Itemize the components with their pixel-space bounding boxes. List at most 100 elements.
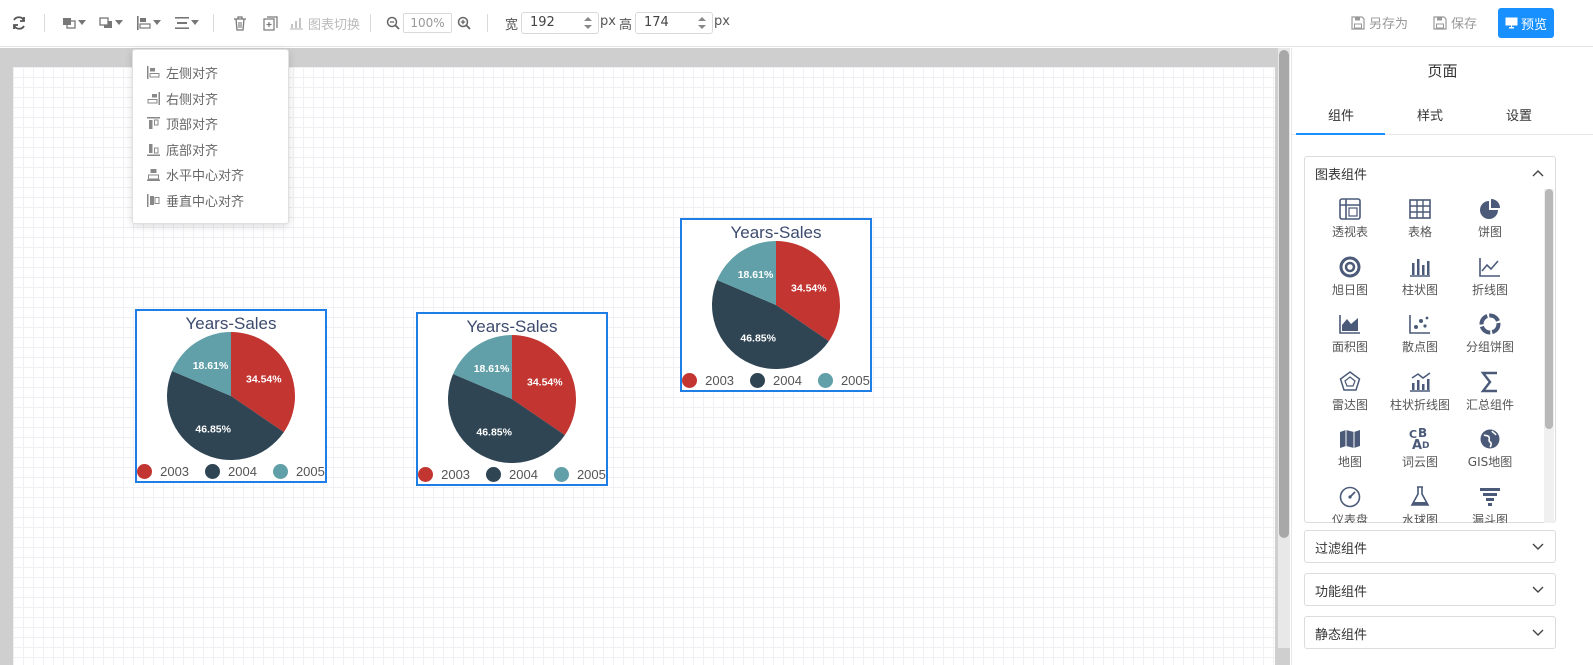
height-input[interactable]: 174 [635, 12, 713, 34]
component-grouped-pie[interactable]: 分组饼图 [1455, 312, 1525, 362]
sunburst-icon [1339, 256, 1361, 277]
section-header[interactable]: 图表组件 [1305, 157, 1555, 189]
legend-marker [817, 373, 833, 388]
caret-down-icon [191, 20, 199, 25]
component-pivot-table[interactable]: 透视表 [1315, 197, 1385, 247]
pie-chart-widget[interactable]: Years-Sales 34.54% 46.85% 18.61% 2003 2004 2… [135, 309, 327, 483]
scatter-chart-icon [1409, 315, 1430, 334]
preview-button[interactable]: 预览 [1498, 8, 1554, 38]
legend-item-2004[interactable]: 2004 [750, 373, 802, 388]
save-button[interactable]: 保存 [1433, 13, 1477, 32]
chart-switch-icon [290, 17, 303, 30]
tab-settings[interactable]: 设置 [1506, 105, 1532, 124]
component-bar-chart[interactable]: 柱状图 [1385, 255, 1455, 305]
legend-marker [137, 464, 153, 479]
tab-style[interactable]: 样式 [1417, 105, 1443, 124]
height-unit: px [714, 14, 730, 29]
menu-item-align-bottom[interactable]: 底部对齐 [133, 137, 288, 163]
legend-item-2003[interactable]: 2003 [682, 373, 734, 388]
menu-item-align-top[interactable]: 顶部对齐 [133, 111, 288, 137]
pie-chart-widget[interactable]: Years-Sales 34.54% 46.85% 18.61% 2003 2004 2… [680, 218, 872, 392]
menu-item-align-left[interactable]: 左侧对齐 [133, 60, 288, 86]
bar-line-chart-icon [1410, 371, 1431, 392]
zoom-out-button[interactable] [386, 12, 400, 34]
canvas-scrollbar[interactable] [1278, 48, 1290, 648]
component-liquid-fill[interactable]: 水球图 [1385, 485, 1455, 523]
distribute-dropdown[interactable] [174, 12, 199, 34]
word-cloud-icon: C BA D [1409, 427, 1429, 451]
save-as-button[interactable]: 另存为 [1351, 13, 1408, 32]
pie-data-label: 34.54% [791, 283, 827, 295]
component-funnel[interactable]: 漏斗图 [1455, 485, 1525, 523]
component-map[interactable]: 地图 [1315, 427, 1385, 477]
legend-label: 2004 [773, 373, 802, 388]
pie-data-label: 18.61% [474, 363, 510, 375]
menu-item-align-h-center[interactable]: 水平中心对齐 [133, 162, 288, 188]
scrollbar-thumb[interactable] [1545, 189, 1553, 429]
section-header[interactable]: 静态组件 [1305, 617, 1555, 649]
monitor-icon [1505, 17, 1518, 29]
legend-item-2004[interactable]: 2004 [205, 464, 257, 479]
menu-item-align-right[interactable]: 右侧对齐 [133, 86, 288, 112]
component-gauge[interactable]: 仪表盘 [1315, 485, 1385, 523]
component-label: 表格 [1407, 225, 1432, 239]
trash-icon [234, 15, 246, 31]
pie-chart: 34.54% 46.85% 18.61% [712, 241, 840, 369]
scrollbar-thumb[interactable] [1279, 50, 1289, 538]
chart-switch-button[interactable]: 图表切换 [289, 12, 360, 34]
component-area-chart[interactable]: 面积图 [1315, 312, 1385, 362]
align-dropdown[interactable] [136, 12, 161, 34]
section-header[interactable]: 功能组件 [1305, 574, 1555, 606]
component-pie-chart[interactable]: 饼图 [1455, 197, 1525, 247]
component-label: 面积图 [1331, 340, 1368, 354]
component-radar-chart[interactable]: 雷达图 [1315, 370, 1385, 420]
component-label: 汇总组件 [1465, 397, 1514, 412]
stepper-icon[interactable] [584, 16, 592, 30]
component-word-cloud[interactable]: C B A D 词云图 [1385, 427, 1455, 477]
legend-item-2003[interactable]: 2003 [418, 467, 470, 482]
pie-chart: 34.54% 46.85% 18.61% [167, 332, 295, 460]
section-header[interactable]: 过滤组件 [1305, 531, 1555, 563]
line-chart-icon [1479, 257, 1500, 277]
component-label: 分组饼图 [1465, 340, 1514, 354]
zoom-level-input[interactable]: 100% [403, 13, 452, 33]
refresh-button[interactable] [11, 12, 27, 34]
pie-chart-widget[interactable]: Years-Sales 34.54% 46.85% 18.61% 2003 2004 2… [416, 312, 608, 486]
width-unit: px [600, 14, 616, 29]
component-table[interactable]: 表格 [1385, 197, 1455, 247]
legend-item-2003[interactable]: 2003 [137, 464, 189, 479]
bring-forward-icon [63, 18, 76, 29]
tab-components[interactable]: 组件 [1328, 105, 1354, 124]
component-sunburst[interactable]: 旭日图 [1315, 255, 1385, 305]
layer-up-dropdown[interactable] [61, 12, 86, 34]
chart-legend: 2003 2004 2005 [682, 373, 870, 388]
legend-label: 2003 [705, 373, 735, 388]
menu-item-align-v-center[interactable]: 垂直中心对齐 [133, 188, 288, 214]
pie-data-label: 46.85% [476, 427, 512, 439]
delete-button[interactable] [233, 12, 247, 34]
pie-chart-icon [1480, 199, 1500, 219]
component-scrollbar[interactable] [1544, 189, 1554, 523]
component-line-chart[interactable]: 折线图 [1455, 255, 1525, 305]
component-label: 柱状图 [1401, 282, 1438, 297]
radar-chart-icon [1339, 370, 1361, 391]
layer-down-dropdown[interactable] [98, 12, 123, 34]
component-bar-line-chart[interactable]: 柱状折线图 [1385, 370, 1455, 420]
legend-item-2004[interactable]: 2004 [486, 467, 538, 482]
legend-item-2005[interactable]: 2005 [817, 373, 870, 388]
component-globe[interactable]: GIS地图 [1455, 427, 1525, 477]
globe-icon [1480, 429, 1500, 449]
height-value: 174 [644, 15, 669, 30]
save-label: 保存 [1451, 17, 1478, 32]
legend-item-2005[interactable]: 2005 [553, 467, 606, 482]
width-input[interactable]: 192 [521, 12, 599, 34]
legend-label: 2005 [840, 373, 870, 388]
pie-data-label: 34.54% [246, 374, 282, 386]
component-sum[interactable]: 汇总组件 [1455, 370, 1525, 420]
component-scatter-chart[interactable]: 散点图 [1385, 312, 1455, 362]
zoom-in-button[interactable] [457, 12, 471, 34]
copy-button[interactable] [263, 12, 278, 34]
component-label: GIS地图 [1467, 455, 1513, 469]
legend-item-2005[interactable]: 2005 [272, 464, 325, 479]
stepper-icon[interactable] [698, 16, 706, 30]
